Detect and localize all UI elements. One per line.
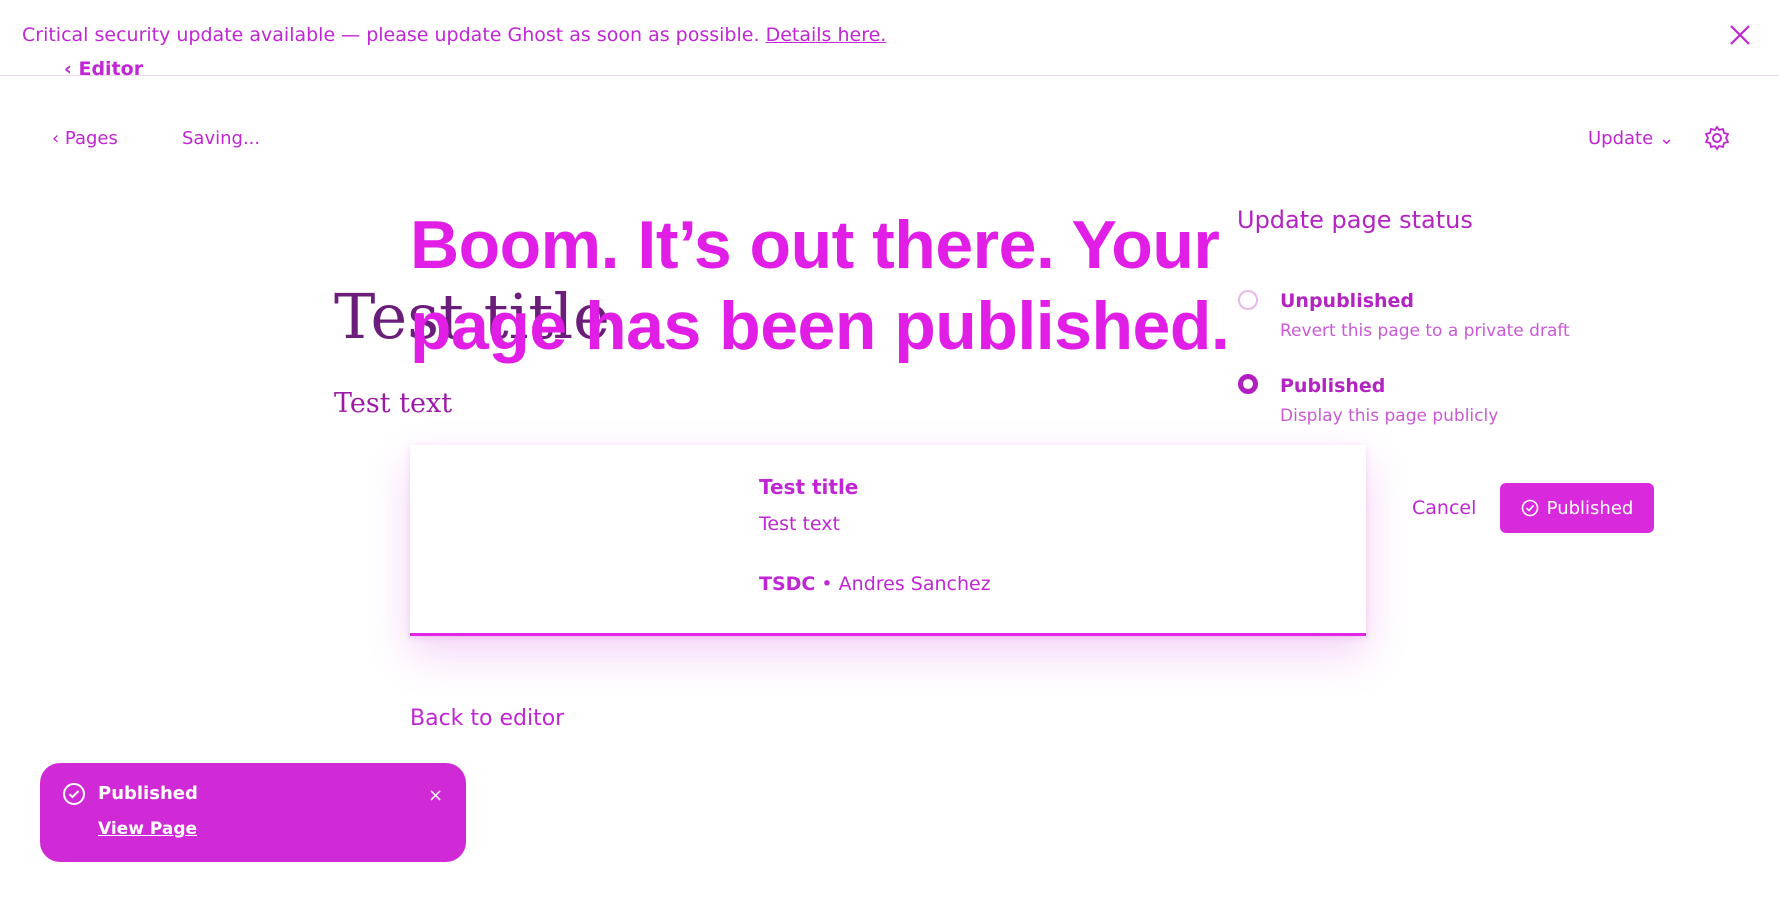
security-banner: Critical security update available — ple… <box>0 0 1779 76</box>
update-dropdown[interactable]: Update ⌄ <box>1588 128 1674 149</box>
chevron-left-icon: ‹ <box>64 58 72 80</box>
card-meta: TSDC • Andres Sanchez <box>759 573 991 595</box>
status-heading: Update page status <box>1237 206 1473 234</box>
check-circle-icon <box>63 783 85 805</box>
radio-unpublished[interactable] <box>1238 290 1258 310</box>
card-title: Test title <box>759 475 859 499</box>
pages-back-link[interactable]: ‹ Pages <box>52 128 118 149</box>
gear-icon[interactable] <box>1704 125 1730 151</box>
published-button[interactable]: Published <box>1500 483 1654 533</box>
cancel-button[interactable]: Cancel <box>1412 497 1476 519</box>
pages-label: Pages <box>64 128 118 149</box>
page-preview-card[interactable]: Test title Test text TSDC • Andres Sanch… <box>410 445 1366 636</box>
card-site-name: TSDC <box>759 573 816 595</box>
option-unpublished-label[interactable]: Unpublished <box>1280 290 1414 312</box>
editor-back-link[interactable]: ‹ Editor <box>64 58 143 80</box>
option-published-label[interactable]: Published <box>1280 375 1385 397</box>
update-label: Update <box>1588 128 1654 149</box>
check-circle-icon <box>1521 499 1538 517</box>
published-button-label: Published <box>1546 497 1634 519</box>
chevron-down-icon: ⌄ <box>1658 128 1675 149</box>
card-excerpt: Test text <box>759 513 840 535</box>
option-published-description: Display this page publicly <box>1280 406 1499 426</box>
back-to-editor-link[interactable]: Back to editor <box>410 706 564 731</box>
option-unpublished-description: Revert this page to a private draft <box>1280 321 1570 341</box>
close-icon[interactable] <box>1727 22 1753 48</box>
banner-message: Critical security update available — ple… <box>22 24 886 46</box>
radio-published[interactable] <box>1238 374 1258 394</box>
post-body-text[interactable]: Test text <box>334 388 452 419</box>
editor-back-label: Editor <box>78 58 144 80</box>
toast-close-icon[interactable]: × <box>428 785 443 806</box>
meta-separator: • <box>821 573 839 595</box>
published-toast: Published View Page × <box>40 763 466 862</box>
banner-text: Critical security update available — ple… <box>22 24 760 46</box>
saving-status: Saving... <box>182 128 261 149</box>
banner-details-link[interactable]: Details here. <box>766 24 887 46</box>
view-page-link[interactable]: View Page <box>98 819 197 839</box>
card-author: Andres Sanchez <box>838 573 991 595</box>
chevron-left-icon: ‹ <box>52 128 65 149</box>
publish-headline: Boom. It’s out there. Your page has been… <box>410 207 1230 364</box>
toast-title: Published <box>98 783 198 804</box>
